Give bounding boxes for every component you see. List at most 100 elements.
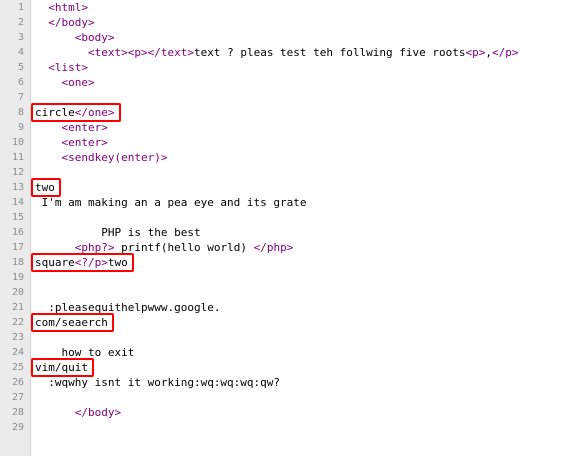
code-text: </body> xyxy=(35,15,95,30)
code-line[interactable]: 9 <enter> xyxy=(0,120,575,135)
plain-text: text ? pleas test teh follwing five root… xyxy=(193,46,466,59)
line-number: 13 xyxy=(11,182,24,193)
markup-tag: </text> xyxy=(147,46,194,59)
line-number: 28 xyxy=(11,407,24,418)
markup-tag: <sendkey(enter)> xyxy=(61,151,168,164)
plain-text: :wqwhy isnt it working:wq:wq:wq:qw? xyxy=(48,376,281,389)
markup-tag: <p> xyxy=(127,46,148,59)
code-line[interactable]: 10 <enter> xyxy=(0,135,575,150)
code-line[interactable]: 26 :wqwhy isnt it working:wq:wq:wq:qw? xyxy=(0,375,575,390)
plain-text: PHP is the best xyxy=(101,226,201,239)
line-number: 10 xyxy=(11,137,24,148)
markup-tag: </p> xyxy=(492,46,519,59)
line-number: 4 xyxy=(17,47,24,58)
code-line[interactable]: 4 <text><p></text>text ? pleas test teh … xyxy=(0,45,575,60)
code-text: <one> xyxy=(35,75,95,90)
code-text: <sendkey(enter)> xyxy=(35,150,168,165)
code-line[interactable]: 15 xyxy=(0,210,575,225)
code-line[interactable]: 3 <body> xyxy=(0,30,575,45)
markup-tag: </php> xyxy=(253,241,294,254)
markup-tag: <list> xyxy=(48,61,88,74)
code-line[interactable]: 1 <html> xyxy=(0,0,575,15)
code-line[interactable]: 19 xyxy=(0,270,575,285)
line-number: 15 xyxy=(11,212,24,223)
line-number: 21 xyxy=(11,302,24,313)
markup-tag: <enter> xyxy=(61,121,108,134)
plain-text: , xyxy=(485,46,492,59)
code-line[interactable]: 25 vim/quit xyxy=(0,358,575,377)
code-line[interactable]: 22 com/seaerch xyxy=(0,313,575,332)
markup-tag: <one> xyxy=(61,76,95,89)
plain-text: printf(hello world) xyxy=(114,241,254,254)
code-text: <enter> xyxy=(35,135,108,150)
line-number: 29 xyxy=(11,422,24,433)
line-number: 2 xyxy=(17,17,24,28)
line-number: 24 xyxy=(11,347,24,358)
line-number: 23 xyxy=(11,332,24,343)
markup-tag: <enter> xyxy=(61,136,108,149)
line-number: 1 xyxy=(17,2,24,13)
markup-tag: <html> xyxy=(48,1,88,14)
code-line[interactable]: 8 circle</one> xyxy=(0,103,575,122)
line-number: 16 xyxy=(11,227,24,238)
code-line[interactable]: 16 PHP is the best xyxy=(0,225,575,240)
line-number: 3 xyxy=(17,32,24,43)
markup-tag: </body> xyxy=(48,16,95,29)
code-line[interactable]: 23 xyxy=(0,330,575,345)
code-line[interactable]: 27 xyxy=(0,390,575,405)
code-text: </body> xyxy=(35,405,121,420)
line-number: 25 xyxy=(11,362,24,373)
code-line[interactable]: 12 xyxy=(0,165,575,180)
markup-tag: </body> xyxy=(74,406,122,419)
code-text: <body> xyxy=(35,30,115,45)
markup-tag: <p> xyxy=(465,46,486,59)
markup-tag: <text> xyxy=(87,46,128,59)
code-line[interactable]: 11 <sendkey(enter)> xyxy=(0,150,575,165)
line-number: 9 xyxy=(17,122,24,133)
line-number: 7 xyxy=(17,92,24,103)
code-text: <text><p></text>text ? pleas test teh fo… xyxy=(35,45,519,60)
line-number: 19 xyxy=(11,272,24,283)
code-line[interactable]: 29 xyxy=(0,420,575,435)
line-number: 12 xyxy=(11,167,24,178)
code-line[interactable]: 6 <one> xyxy=(0,75,575,90)
line-number: 8 xyxy=(17,107,24,118)
code-line[interactable]: 13 two xyxy=(0,178,575,197)
line-number: 6 xyxy=(17,77,24,88)
line-number: 14 xyxy=(11,197,24,208)
line-number: 5 xyxy=(17,62,24,73)
line-number: 17 xyxy=(11,242,24,253)
line-number: 22 xyxy=(11,317,24,328)
code-line[interactable]: 28 </body> xyxy=(0,405,575,420)
markup-tag: <body> xyxy=(74,31,115,44)
line-number: 26 xyxy=(11,377,24,388)
line-number: 11 xyxy=(11,152,24,163)
code-text: PHP is the best xyxy=(35,225,201,240)
code-editor[interactable]: 1 <html> 2 </body> 3 <body> 4 <text><p></te… xyxy=(0,0,575,456)
code-line[interactable]: 14 I'm am making an a pea eye and its gr… xyxy=(0,195,575,210)
code-text: <html> xyxy=(35,0,88,15)
code-text: <list> xyxy=(35,60,88,75)
code-line[interactable]: 20 xyxy=(0,285,575,300)
line-number: 27 xyxy=(11,392,24,403)
line-number: 20 xyxy=(11,287,24,298)
code-text: :wqwhy isnt it working:wq:wq:wq:qw? xyxy=(35,375,280,390)
code-line[interactable]: 2 </body> xyxy=(0,15,575,30)
line-number: 18 xyxy=(11,257,24,268)
code-text: I'm am making an a pea eye and its grate xyxy=(35,195,307,210)
code-line[interactable]: 5 <list> xyxy=(0,60,575,75)
plain-text: I'm am making an a pea eye and its grate xyxy=(41,196,307,209)
code-line[interactable]: 18 square<?/p>two xyxy=(0,253,575,272)
